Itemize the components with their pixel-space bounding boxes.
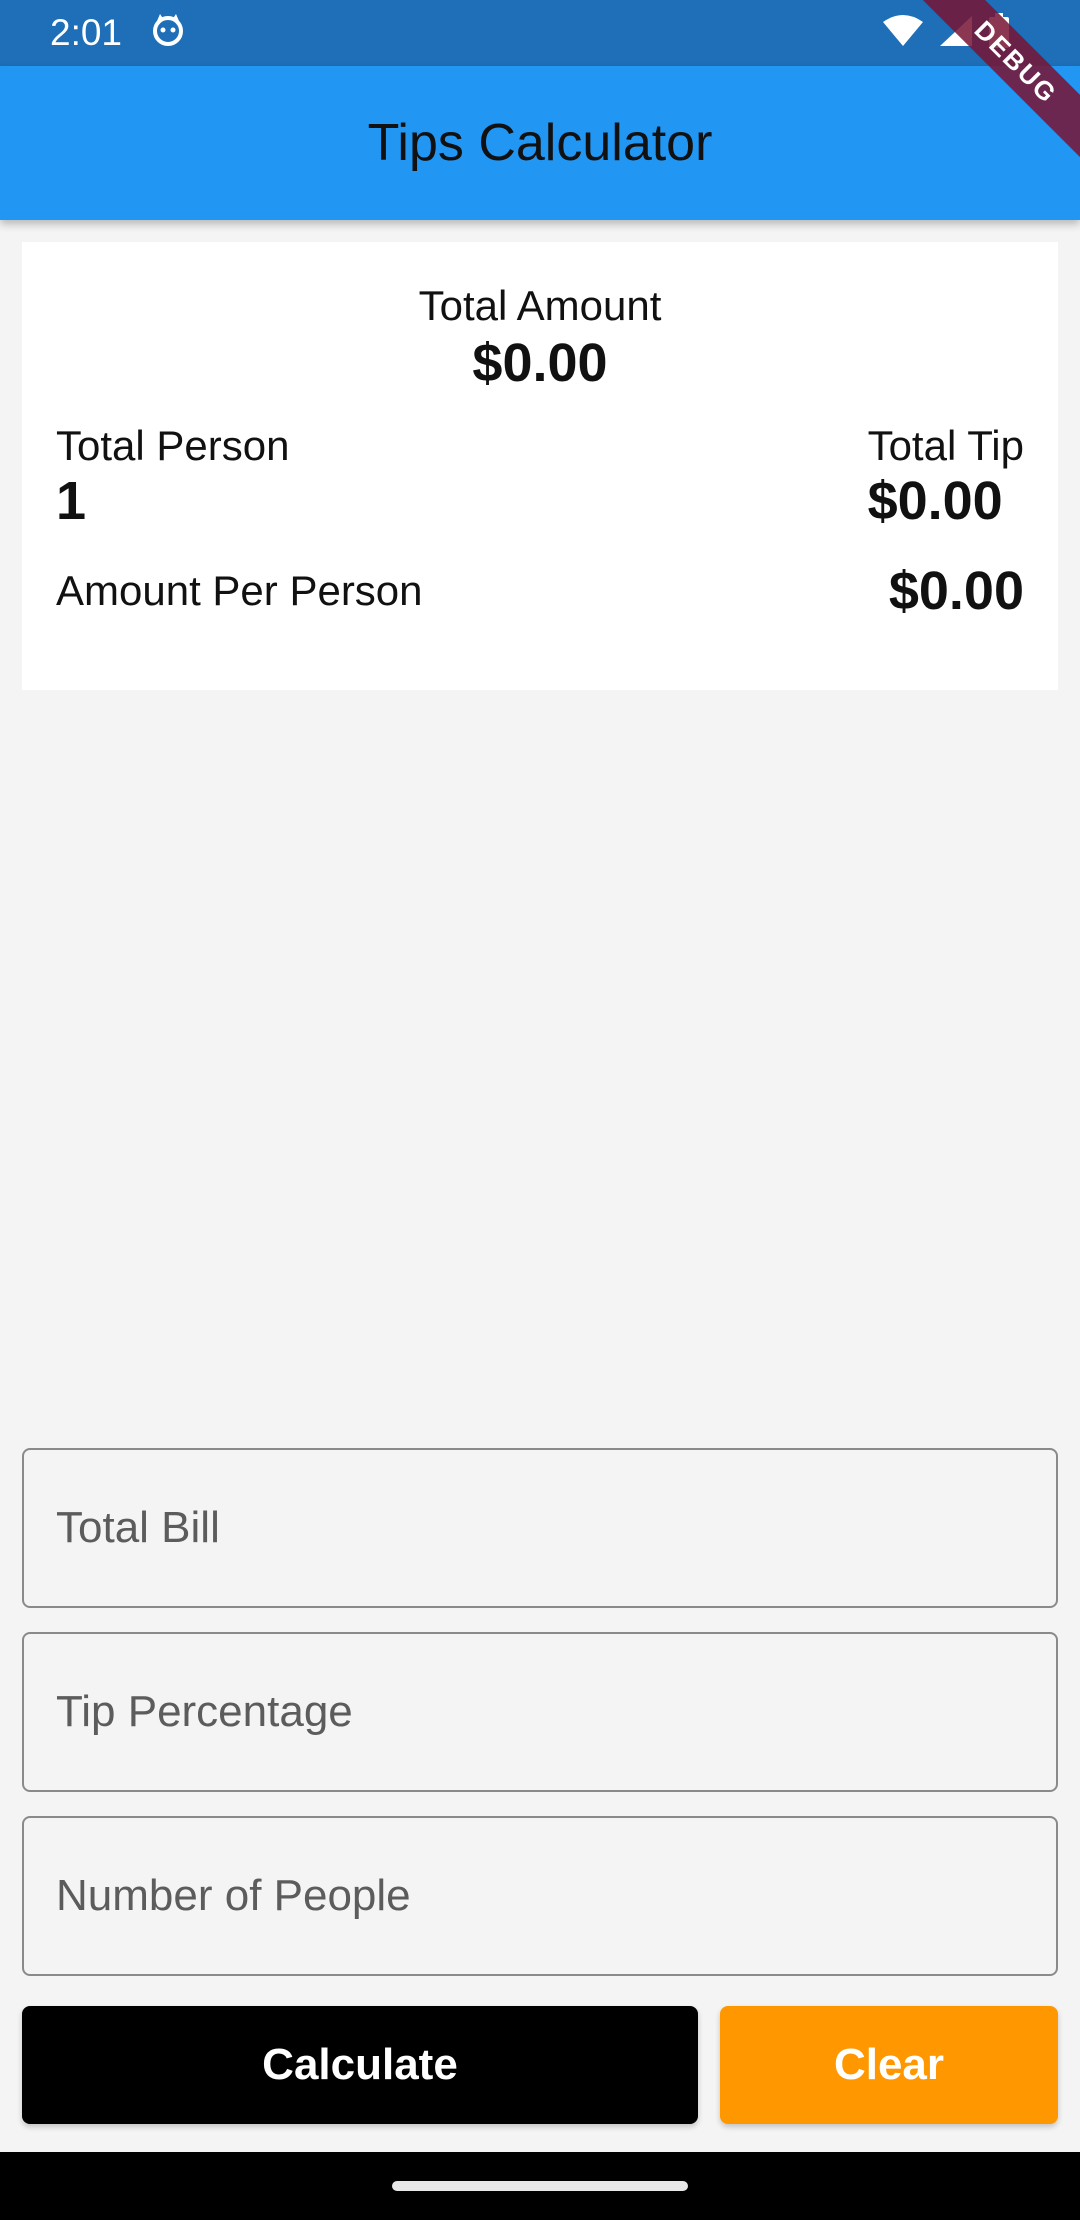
summary-card: Total Amount $0.00 Total Person 1 Total … bbox=[22, 242, 1058, 690]
total-tip-label: Total Tip bbox=[867, 422, 1024, 469]
number-of-people-field[interactable] bbox=[22, 1816, 1058, 1976]
clear-button[interactable]: Clear bbox=[720, 2006, 1058, 2124]
total-amount-block: Total Amount $0.00 bbox=[56, 282, 1024, 394]
per-person-row: Amount Per Person $0.00 bbox=[56, 560, 1024, 622]
home-gesture-handle[interactable] bbox=[392, 2181, 688, 2191]
page-title: Tips Calculator bbox=[367, 114, 713, 172]
total-bill-input[interactable] bbox=[56, 1503, 1024, 1553]
total-tip-value: $0.00 bbox=[867, 471, 1003, 531]
total-amount-value: $0.00 bbox=[472, 333, 608, 393]
total-person-value: 1 bbox=[56, 471, 87, 531]
tip-percentage-input[interactable] bbox=[56, 1687, 1024, 1737]
cat-notification-icon bbox=[150, 11, 186, 56]
person-tip-row: Total Person 1 Total Tip $0.00 bbox=[56, 422, 1024, 532]
status-time: 2:01 bbox=[50, 12, 123, 53]
number-of-people-input[interactable] bbox=[56, 1871, 1024, 1921]
status-left: 2:01 bbox=[50, 11, 186, 56]
total-bill-field[interactable] bbox=[22, 1448, 1058, 1608]
per-person-value: $0.00 bbox=[888, 561, 1024, 621]
calculate-button[interactable]: Calculate bbox=[22, 2006, 698, 2124]
tip-percentage-field[interactable] bbox=[22, 1632, 1058, 1792]
wifi-icon bbox=[882, 14, 924, 53]
app-bar: Tips Calculator bbox=[0, 66, 1080, 220]
total-tip-block: Total Tip $0.00 bbox=[868, 422, 1024, 532]
status-bar: 2:01 bbox=[0, 0, 1080, 66]
total-amount-label: Total Amount bbox=[418, 282, 662, 329]
total-person-label: Total Person bbox=[56, 422, 290, 469]
screen: 2:01 DEBUG Tips Calculator Total Amount … bbox=[0, 0, 1080, 2220]
navigation-bar bbox=[0, 2152, 1080, 2220]
total-person-block: Total Person 1 bbox=[56, 422, 289, 532]
per-person-label: Amount Per Person bbox=[56, 567, 423, 614]
